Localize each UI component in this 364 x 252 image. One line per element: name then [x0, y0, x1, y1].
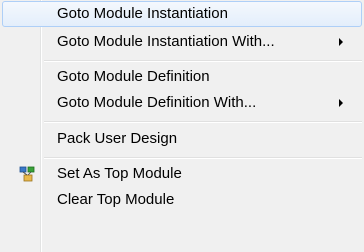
menu-item-pack-user-design[interactable]: Pack User Design	[2, 126, 362, 152]
menu-item-goto-module-definition-with[interactable]: Goto Module Definition With...	[2, 90, 362, 116]
menu-item-label: Goto Module Instantiation With...	[57, 33, 275, 50]
submenu-arrow-icon	[339, 38, 343, 46]
menu-item-goto-module-instantiation[interactable]: Goto Module Instantiation	[2, 1, 362, 27]
context-menu: Goto Module Instantiation Goto Module In…	[0, 0, 364, 252]
menu-separator	[44, 121, 362, 123]
menu-item-goto-module-definition[interactable]: Goto Module Definition	[2, 64, 362, 90]
menu-item-label: Goto Module Definition With...	[57, 94, 257, 111]
menu-item-clear-top-module[interactable]: Clear Top Module	[2, 187, 362, 213]
module-hierarchy-icon	[19, 166, 35, 182]
menu-item-goto-module-instantiation-with[interactable]: Goto Module Instantiation With...	[2, 29, 362, 55]
menu-item-label: Goto Module Instantiation	[57, 5, 228, 22]
menu-item-label: Goto Module Definition	[57, 68, 210, 85]
menu-item-label: Clear Top Module	[57, 191, 175, 208]
menu-item-label: Pack User Design	[57, 130, 178, 147]
menu-item-label: Set As Top Module	[57, 165, 182, 182]
submenu-arrow-icon	[339, 99, 343, 107]
menu-separator	[44, 60, 362, 62]
menu-item-set-as-top-module[interactable]: Set As Top Module	[2, 161, 362, 187]
menu-separator	[44, 157, 362, 159]
